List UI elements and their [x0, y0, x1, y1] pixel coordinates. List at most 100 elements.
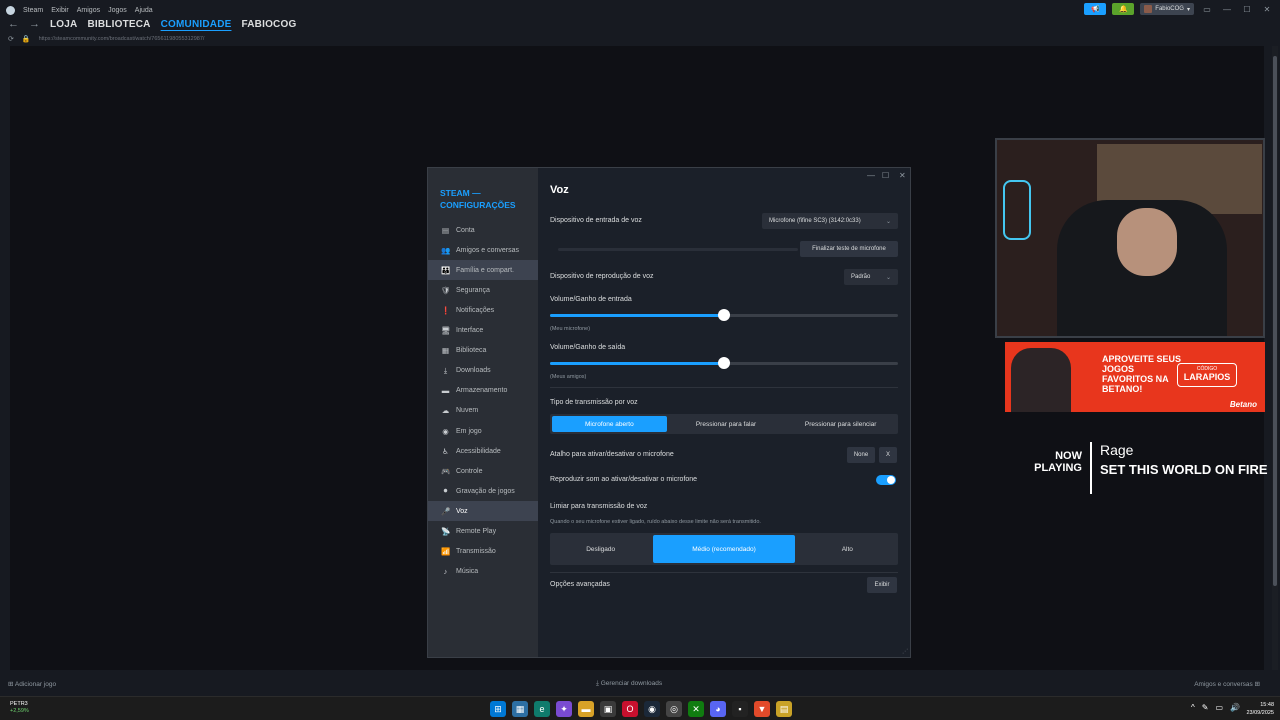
- option-open-mic[interactable]: Microfone aberto: [552, 416, 667, 432]
- menu-amigos[interactable]: Amigos: [77, 7, 100, 14]
- chevron-up-icon[interactable]: ^: [1191, 703, 1195, 712]
- option-high[interactable]: Alto: [797, 533, 898, 565]
- chevron-down-icon: ⌄: [885, 218, 891, 225]
- minimize-icon[interactable]: —: [867, 171, 875, 180]
- menu-ajuda[interactable]: Ajuda: [135, 7, 153, 14]
- sidebar-item-biblioteca[interactable]: ▦ Biblioteca: [428, 341, 538, 361]
- store-icon[interactable]: ▣: [600, 701, 616, 717]
- sound-toggle[interactable]: [876, 475, 896, 485]
- app-icon[interactable]: ▪: [732, 701, 748, 717]
- nav-profile[interactable]: FABIOCOG: [241, 19, 296, 30]
- voice-panel: — ☐ ✕ Voz Dispositivo de entrada de voz …: [538, 168, 910, 657]
- menu-jogos[interactable]: Jogos: [108, 7, 127, 14]
- sidebar-item-conta[interactable]: ▤ Conta: [428, 220, 538, 240]
- sidebar-item-nuvem[interactable]: ☁ Nuvem: [428, 401, 538, 421]
- sidebar-item-armazenamento[interactable]: ▬ Armazenamento: [428, 381, 538, 401]
- clock[interactable]: 15:48 23/09/2025: [1246, 701, 1274, 717]
- sidebar-item-label: Controle: [456, 467, 483, 475]
- scrollbar-thumb[interactable]: [1273, 56, 1277, 586]
- refresh-icon[interactable]: ⟳: [8, 35, 14, 43]
- sidebar-item-em-jogo[interactable]: ◉ Em jogo: [428, 421, 538, 441]
- minimize-icon[interactable]: —: [1220, 5, 1234, 14]
- sidebar-item-transmiss-o[interactable]: 📶 Transmissão: [428, 542, 538, 562]
- discord-icon[interactable]: ◕: [710, 701, 726, 717]
- sidebar-item-fam-lia-e-compart[interactable]: 👪 Família e compart.: [428, 260, 538, 281]
- sidebar-icon: ▤: [441, 225, 450, 235]
- page-scrollbar[interactable]: [1272, 46, 1278, 670]
- url-text[interactable]: https://steamcommunity.com/broadcast/wat…: [39, 36, 205, 42]
- sidebar-item-interface[interactable]: 🖥 Interface: [428, 321, 538, 341]
- edge-icon[interactable]: e: [534, 701, 550, 717]
- steam-icon[interactable]: ◉: [644, 701, 660, 717]
- sidebar-item-grava-o-de-jogos[interactable]: ⏺ Gravação de jogos: [428, 481, 538, 501]
- sidebar-item-seguran-a[interactable]: 🛡 Segurança: [428, 280, 538, 300]
- settings-sidebar: STEAM — CONFIGURAÇÕES ▤ Conta 👥 Amigos e co…: [428, 168, 538, 657]
- volume-icon[interactable]: 🔊: [1230, 703, 1240, 712]
- manage-downloads-button[interactable]: ⤓ Gerenciar downloads: [596, 680, 662, 688]
- option-push-to-mute[interactable]: Pressionar para silenciar: [783, 414, 898, 434]
- nav-library[interactable]: BIBLIOTECA: [87, 19, 150, 30]
- maximize-icon[interactable]: ☐: [882, 171, 889, 180]
- close-icon[interactable]: ✕: [899, 171, 906, 180]
- input-volume-slider[interactable]: [550, 309, 898, 321]
- input-device-select[interactable]: Microfone (fifine SC3) (3142:0c33) ⌄: [762, 213, 898, 229]
- transmission-label: Tipo de transmissão por voz: [550, 399, 638, 406]
- menu-steam[interactable]: Steam: [23, 7, 43, 14]
- stock-widget[interactable]: PETR3 +2,59%: [10, 701, 29, 715]
- resize-grip-icon[interactable]: ⋰: [902, 648, 908, 655]
- copilot-icon[interactable]: ✦: [556, 701, 572, 717]
- mic-test-button[interactable]: Finalizar teste de microfone: [800, 241, 898, 257]
- brave-icon[interactable]: ▼: [754, 701, 770, 717]
- option-medium[interactable]: Médio (recomendado): [653, 535, 795, 563]
- system-tray: ^ ✎ ▭ 🔊: [1191, 703, 1240, 712]
- opera-icon[interactable]: O: [622, 701, 638, 717]
- start-icon[interactable]: ⊞: [490, 701, 506, 717]
- sidebar-item-acessibilidade[interactable]: ♿ Acessibilidade: [428, 441, 538, 461]
- file-explorer-icon[interactable]: ▬: [578, 701, 594, 717]
- sidebar-icon: ☁: [441, 406, 450, 416]
- slider-knob[interactable]: [718, 309, 730, 321]
- advanced-label: Opções avançadas: [550, 581, 610, 588]
- sidebar-item-remote-play[interactable]: 📡 Remote Play: [428, 522, 538, 542]
- friends-chat-button[interactable]: Amigos e conversas ⊞: [1194, 680, 1260, 688]
- big-picture-icon[interactable]: ▭: [1200, 5, 1214, 14]
- sidebar-icon: 🎮: [441, 466, 451, 476]
- sidebar-item-m-sica[interactable]: ♪ Música: [428, 562, 538, 582]
- advanced-show-button[interactable]: Exibir: [867, 577, 897, 593]
- notifications-button[interactable]: 🔔: [1112, 3, 1135, 15]
- hotkey-button[interactable]: None: [847, 447, 875, 463]
- streamer-head: [1117, 208, 1177, 276]
- nav-store[interactable]: LOJA: [50, 19, 77, 30]
- close-icon[interactable]: ✕: [1260, 5, 1274, 14]
- maximize-icon[interactable]: ☐: [1240, 5, 1254, 14]
- option-push-to-talk[interactable]: Pressionar para falar: [669, 414, 784, 434]
- nav-community[interactable]: COMUNIDADE: [161, 19, 232, 30]
- sidebar-item-voz[interactable]: 🎤 Voz: [428, 501, 538, 522]
- sidebar-icon: 📶: [441, 547, 451, 557]
- sidebar-item-amigos-e-conversas[interactable]: 👥 Amigos e conversas: [428, 240, 538, 260]
- add-game-button[interactable]: ⊞ Adicionar jogo: [8, 680, 56, 688]
- option-off[interactable]: Desligado: [550, 533, 651, 565]
- widgets-icon[interactable]: ▦: [512, 701, 528, 717]
- sidebar-item-downloads[interactable]: ⤓ Downloads: [428, 361, 538, 381]
- xbox-icon[interactable]: ✕: [688, 701, 704, 717]
- sidebar-item-controle[interactable]: 🎮 Controle: [428, 461, 538, 481]
- menu-exibir[interactable]: Exibir: [51, 7, 69, 14]
- output-volume-slider[interactable]: [550, 357, 898, 369]
- notes-icon[interactable]: ▤: [776, 701, 792, 717]
- hotkey-clear-button[interactable]: X: [879, 447, 897, 463]
- sidebar-item-notifica-es[interactable]: ❗ Notificações: [428, 300, 538, 320]
- sidebar-item-label: Nuvem: [456, 407, 479, 415]
- sidebar-icon: ♿: [442, 446, 449, 456]
- sidebar-icon: ▦: [441, 346, 450, 356]
- obs-icon[interactable]: ◎: [666, 701, 682, 717]
- broadcast-button[interactable]: 📢: [1084, 3, 1107, 15]
- pen-icon[interactable]: ✎: [1202, 703, 1209, 712]
- user-menu[interactable]: FabioCOG ▾: [1140, 3, 1194, 15]
- monitor-icon[interactable]: ▭: [1215, 703, 1223, 712]
- output-device-select[interactable]: Padrão ⌄: [844, 269, 898, 285]
- slider-knob[interactable]: [718, 357, 730, 369]
- back-arrow-icon[interactable]: ←: [8, 18, 19, 30]
- forward-arrow-icon[interactable]: →: [29, 18, 40, 30]
- sidebar-item-label: Biblioteca: [456, 347, 487, 355]
